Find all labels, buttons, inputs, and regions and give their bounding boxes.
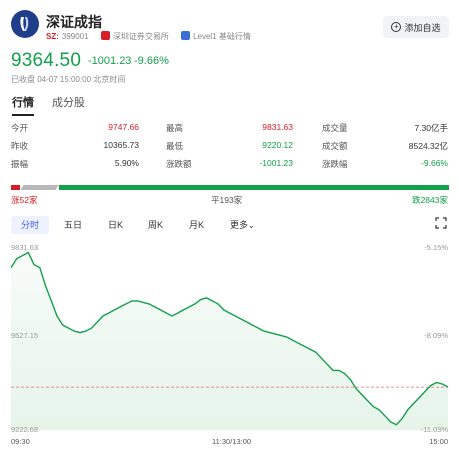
stat-value: -1001.23 <box>259 158 293 168</box>
level-icon <box>181 31 191 40</box>
y-pct-top: -5.15% <box>424 243 448 252</box>
stat-label: 最高 <box>166 123 184 133</box>
stat-value: 7.30亿手 <box>414 123 448 133</box>
active-tab-indicator <box>12 114 34 116</box>
x-tick-midday: 11:30/13:00 <box>212 437 252 446</box>
breadth-down-count: 跌2843家 <box>412 195 448 205</box>
breadth-flat-count: 平193家 <box>211 195 243 205</box>
exchange-icon <box>100 31 110 40</box>
index-code: 399001 <box>61 32 89 41</box>
y-pct-mid: -8.09% <box>424 331 448 340</box>
price-change-pct: -9.66% <box>134 55 169 67</box>
tab-more[interactable]: 更多⌄ <box>230 216 255 234</box>
y-tick-mid: 9527.15 <box>11 331 39 340</box>
stat-value: -9.66% <box>421 158 448 168</box>
chart-period-tabs: 分时 五日 日K 周K 月K 更多⌄ <box>0 214 459 234</box>
stat-label: 振幅 <box>11 159 29 169</box>
stat-label: 今开 <box>11 123 29 133</box>
chevron-down-icon: ⌄ <box>248 221 255 230</box>
stat-label: 最低 <box>166 141 184 151</box>
x-tick-open: 09:30 <box>11 437 30 446</box>
tab-daily-k[interactable]: 日K <box>108 216 123 234</box>
market-prefix: SZ: <box>46 32 59 41</box>
y-pct-bottom: -11.03% <box>420 425 448 434</box>
chart-canvas <box>10 251 449 430</box>
add-watchlist-label: 添加自选 <box>404 22 441 33</box>
stat-value: 9831.63 <box>262 122 293 132</box>
stat-label: 成交量 <box>322 123 348 133</box>
breadth-up-segment <box>11 185 20 190</box>
fullscreen-icon[interactable] <box>435 217 447 229</box>
stat-label: 涨跌幅 <box>322 159 348 169</box>
exchange-name: 深圳证券交易所 <box>112 32 169 41</box>
tab-quote[interactable]: 行情 <box>12 94 34 110</box>
stat-label: 涨跌额 <box>166 159 192 169</box>
index-logo <box>11 10 39 38</box>
breadth-up-count: 涨52家 <box>11 195 38 205</box>
breadth-flat-segment <box>20 185 59 190</box>
last-price: 9364.50 <box>11 50 82 71</box>
breadth-down-segment <box>59 185 449 190</box>
main-tabs: 行情 成分股 <box>0 94 459 118</box>
x-tick-close: 15:00 <box>429 437 448 446</box>
quote-header: 深证成指 SZ: 399001 深圳证券交易所 Level1 基础行情 + 添加自… <box>0 0 459 48</box>
stat-label: 成交额 <box>322 141 348 151</box>
stat-value: 10365.73 <box>103 140 139 150</box>
price-area <box>11 252 448 430</box>
y-tick-top: 9831.63 <box>11 243 39 252</box>
index-name: 深证成指 <box>46 14 102 30</box>
y-tick-bottom: 9222.68 <box>11 425 39 434</box>
stats-row: 振幅 5.90% 涨跌额 -1001.23 涨跌幅 -9.66% <box>0 158 459 174</box>
stat-value: 8524.32亿 <box>408 141 448 151</box>
data-level: Level1 基础行情 <box>193 32 251 41</box>
market-breadth-bar <box>11 185 449 190</box>
stats-row: 今开 9747.66 最高 9831.63 成交量 7.30亿手 <box>0 122 459 138</box>
tab-monthly-k[interactable]: 月K <box>189 216 204 234</box>
stats-row: 昨收 10365.73 最低 9220.12 成交额 8524.32亿 <box>0 140 459 156</box>
tab-5day[interactable]: 五日 <box>64 216 82 234</box>
stat-value: 5.90% <box>114 158 139 168</box>
price-change: -1001.23 <box>88 55 132 67</box>
index-subtitle: SZ: 399001 深圳证券交易所 Level1 基础行情 <box>46 31 251 42</box>
add-watchlist-button[interactable]: + 添加自选 <box>383 16 449 38</box>
stat-label: 昨收 <box>11 141 29 151</box>
stat-value: 9747.66 <box>108 122 139 132</box>
tab-constituents[interactable]: 成分股 <box>52 94 85 110</box>
close-time: 已收盘 04-07 15:00:00 北京时间 <box>11 75 126 84</box>
intraday-chart: 9831.63 9527.15 9222.68 -5.15% -8.09% -1… <box>0 238 459 450</box>
tab-intraday[interactable]: 分时 <box>11 216 49 234</box>
tab-more-label: 更多 <box>230 220 249 230</box>
stat-value: 9220.12 <box>262 140 293 150</box>
tab-weekly-k[interactable]: 周K <box>148 216 163 234</box>
plus-icon: + <box>391 22 402 32</box>
